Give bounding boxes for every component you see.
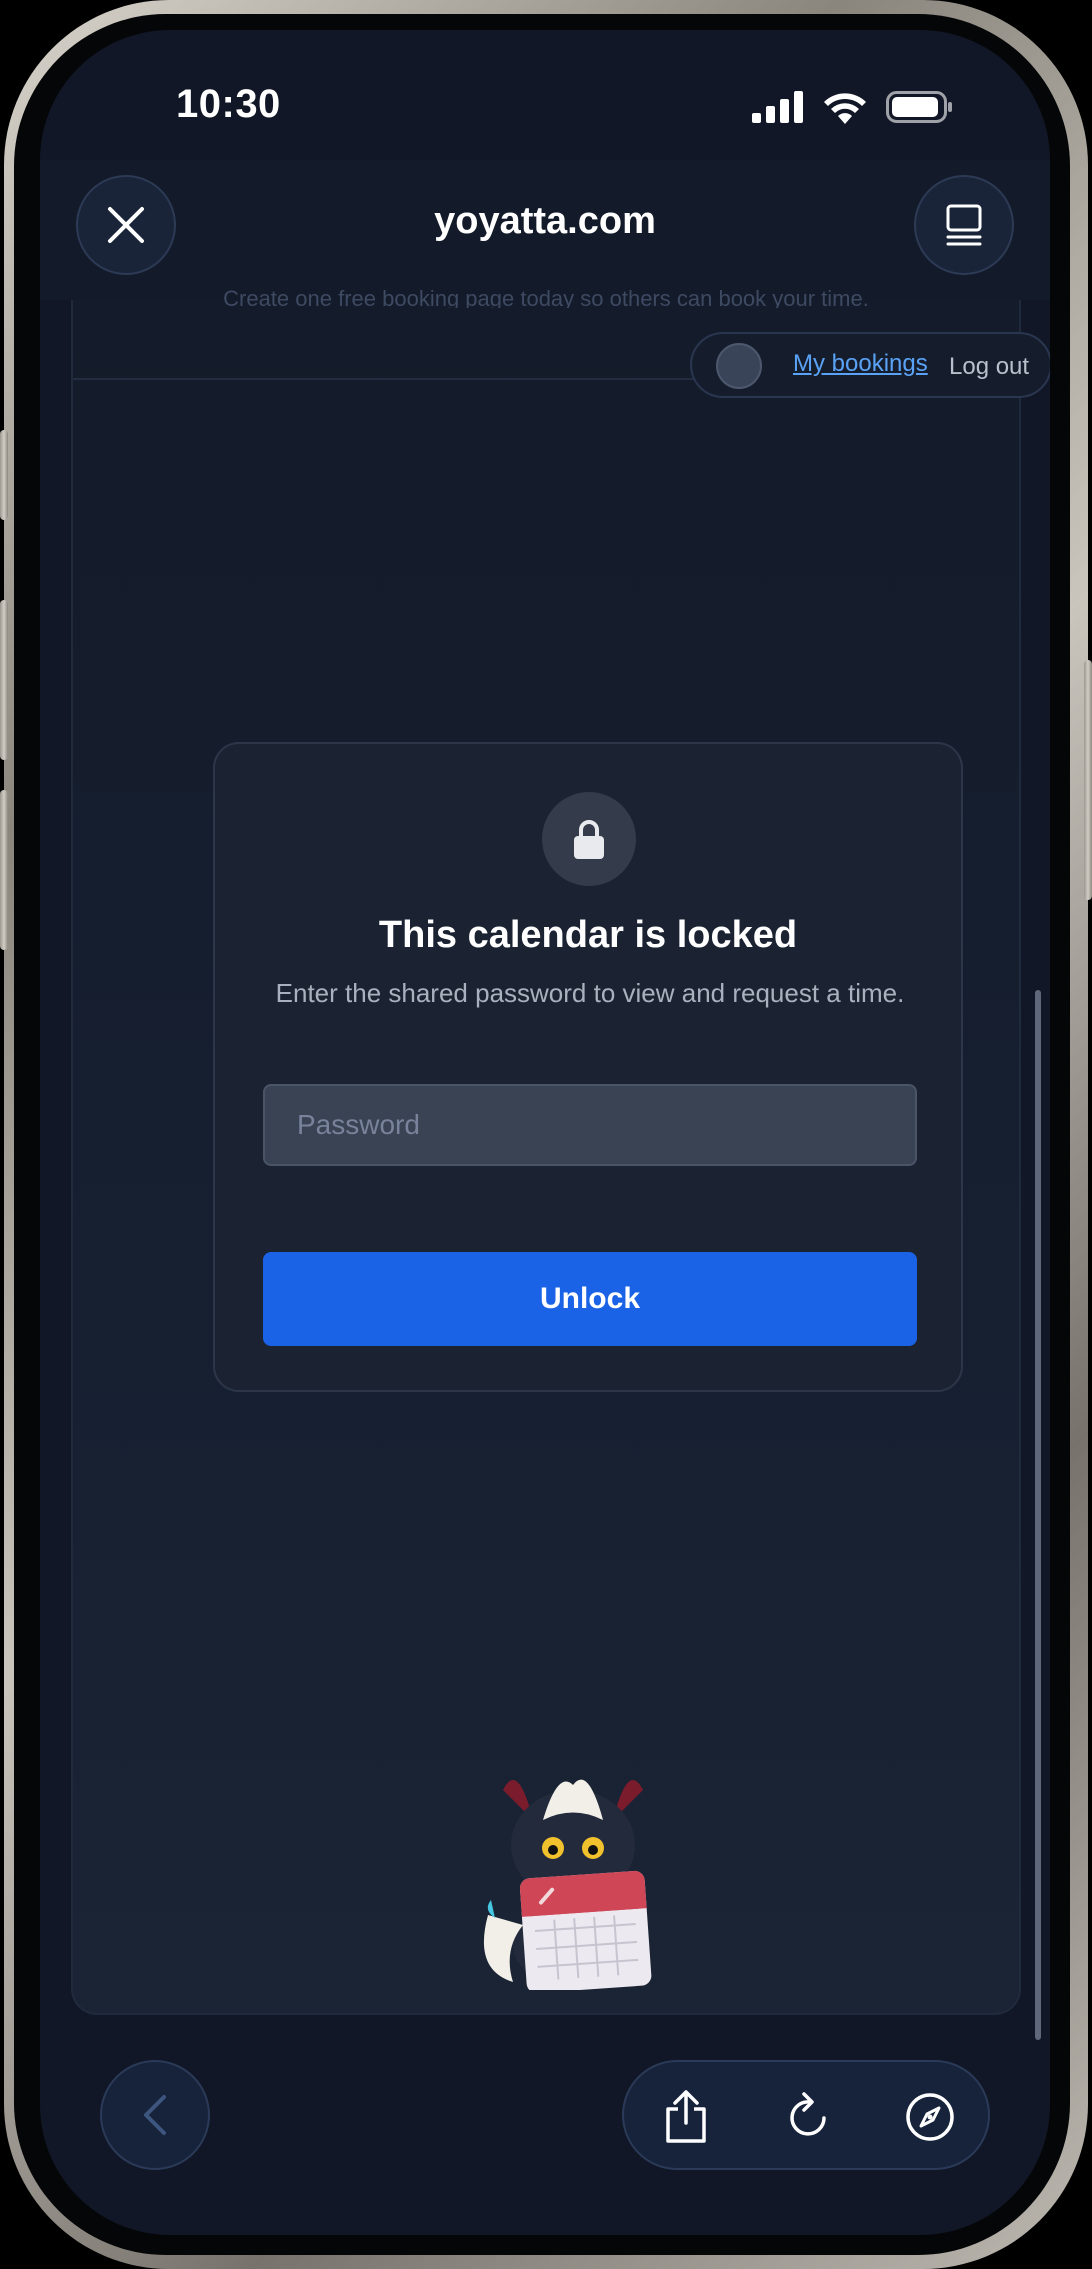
mascot-illustration xyxy=(483,1779,652,1990)
volume-down-button xyxy=(0,790,8,950)
my-bookings-link[interactable]: My bookings xyxy=(793,350,928,378)
screen: 10:30 yoyatta.com Create one free bookin… xyxy=(40,30,1050,2235)
web-page: Create one free booking page today so ot… xyxy=(71,286,1050,2015)
status-time: 10:30 xyxy=(176,82,281,126)
wifi-icon xyxy=(824,93,866,124)
volume-up-button xyxy=(0,600,8,760)
locked-calendar-card: This calendar is locked Enter the shared… xyxy=(213,742,963,1392)
power-button xyxy=(1084,660,1092,900)
status-icons xyxy=(752,90,954,124)
log-out-button[interactable]: Log out xyxy=(949,353,1029,381)
tab-overview-icon xyxy=(946,204,982,246)
compass-button[interactable] xyxy=(900,2087,960,2147)
share-button[interactable] xyxy=(656,2087,716,2147)
page-scrollbar[interactable] xyxy=(1035,990,1041,2040)
tab-overview-button[interactable] xyxy=(914,175,1014,275)
cellular-signal-icon xyxy=(752,91,803,123)
battery-icon xyxy=(886,91,952,123)
page-tagline: Create one free booking page today so ot… xyxy=(223,286,869,308)
unlock-button[interactable]: Unlock xyxy=(263,1252,917,1346)
browser-toolbar xyxy=(622,2060,990,2170)
card-subtitle: Enter the shared password to view and re… xyxy=(275,978,905,1008)
share-icon xyxy=(666,2090,706,2143)
back-button[interactable] xyxy=(100,2060,210,2170)
url-address[interactable]: yoyatta.com xyxy=(40,200,1050,243)
compass-icon xyxy=(906,2093,954,2141)
header-divider xyxy=(73,378,713,380)
lock-icon xyxy=(574,820,604,859)
password-input[interactable] xyxy=(263,1084,917,1166)
user-menu: My bookings Log out xyxy=(690,332,1050,398)
back-icon xyxy=(144,2095,166,2135)
avatar[interactable] xyxy=(716,343,762,389)
lock-badge xyxy=(542,792,636,886)
card-title: This calendar is locked xyxy=(378,914,798,956)
action-button xyxy=(0,430,8,520)
reload-button[interactable] xyxy=(779,2087,839,2147)
reload-icon xyxy=(790,2092,826,2136)
